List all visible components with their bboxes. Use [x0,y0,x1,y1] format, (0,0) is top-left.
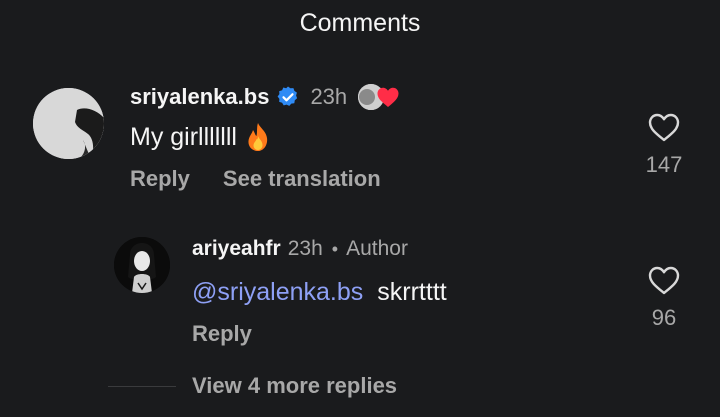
comment-text: @sriyalenka.bs skrrtttt [192,278,447,307]
reply-button[interactable]: Reply [192,321,252,347]
username[interactable]: sriyalenka.bs [130,84,269,110]
mention-link[interactable]: @sriyalenka.bs [192,278,363,306]
like-column: 147 [639,113,689,178]
avatar-photo [33,88,104,159]
like-count: 96 [651,305,677,330]
comment-actions: Reply See translation [130,166,381,192]
timestamp: 23h [287,237,323,260]
view-more-replies-button[interactable]: View 4 more replies [192,373,397,399]
liked-by-author-badge [356,82,400,112]
see-translation-button[interactable]: See translation [223,166,381,192]
heart-outline-icon[interactable] [648,266,680,295]
comment-actions: Reply [192,321,252,347]
comment-body: skrrtttt [377,278,447,306]
comment-text: My girlllllll [130,122,271,152]
timestamp: 23h [310,84,348,109]
heart-filled-icon [377,87,399,107]
like-column: 96 [639,266,689,331]
page-title: Comments [299,9,421,37]
divider-line [108,386,176,387]
avatar[interactable] [33,88,104,159]
avatar[interactable] [114,237,170,293]
author-label: Author [346,237,408,260]
reply-button[interactable]: Reply [130,166,190,192]
username[interactable]: ariyeahfr [192,237,281,261]
comment-meta: sriyalenka.bs 23h [130,81,400,113]
verified-badge-icon [278,86,298,106]
separator-dot: • [331,238,339,259]
avatar-photo [114,237,170,293]
comment-body: My girlllllll [130,122,237,151]
comment-meta: ariyeahfr 23h • Author [192,235,408,263]
comments-sheet: Comments sriyalenka.bs 23h My girlllllll… [0,0,720,417]
like-count: 147 [645,152,683,177]
fire-emoji-icon [248,123,268,151]
heart-outline-icon[interactable] [648,113,680,142]
